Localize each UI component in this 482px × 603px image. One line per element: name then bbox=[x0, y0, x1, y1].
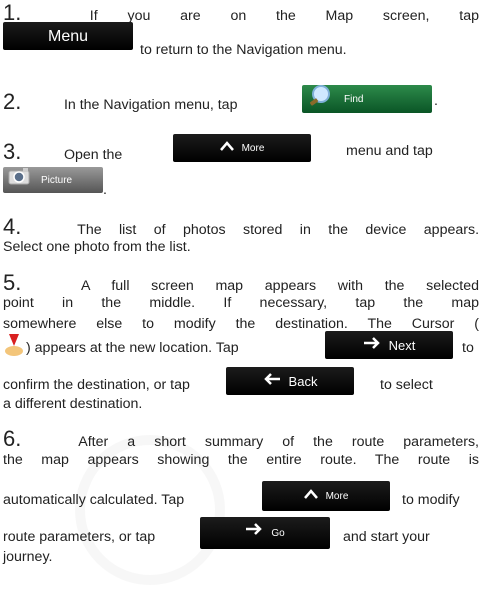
step-5-text-d: ) appears at the new location. Tap bbox=[26, 340, 239, 356]
step-2-line-1: 2. In the Navigation menu, tap bbox=[3, 91, 237, 116]
step-6-text-g: journey. bbox=[3, 549, 53, 565]
arrow-left-icon bbox=[263, 371, 281, 392]
go-button-label: Go bbox=[271, 527, 285, 539]
magnifier-icon bbox=[306, 84, 336, 114]
step-6-text-e: route parameters, or tap bbox=[3, 529, 156, 545]
back-button[interactable]: Back bbox=[226, 367, 354, 395]
step-6-text-c: automatically calculated. Tap bbox=[3, 492, 185, 508]
menu-button[interactable]: Menu bbox=[3, 22, 133, 50]
step-6-text-f: and start your bbox=[343, 529, 430, 545]
find-button-label: Find bbox=[344, 93, 364, 105]
cursor-icon bbox=[3, 331, 25, 364]
step-5-text-h: a different destination. bbox=[3, 396, 143, 412]
chevron-up-icon bbox=[219, 138, 234, 159]
step-6-text-a: After a short summary of the route param… bbox=[78, 434, 479, 450]
next-button[interactable]: Next bbox=[325, 331, 453, 359]
camera-icon bbox=[7, 166, 33, 194]
step-4-text-b: Select one photo from the list. bbox=[3, 239, 191, 255]
step-2-text-b: . bbox=[434, 93, 438, 109]
step-5-text-b: point in the middle. If necessary, tap t… bbox=[3, 295, 479, 311]
step-5-text-e: to bbox=[462, 340, 474, 356]
more-button-label: More bbox=[241, 142, 265, 154]
arrow-right-icon bbox=[245, 522, 263, 544]
more-button-step-6[interactable]: More bbox=[262, 481, 390, 511]
step-6-number: 6. bbox=[3, 426, 22, 451]
back-button-label: Back bbox=[288, 373, 318, 389]
step-5-number: 5. bbox=[3, 270, 22, 295]
more-button-label: More bbox=[325, 490, 349, 502]
go-button[interactable]: Go bbox=[200, 517, 330, 549]
more-button-step-3[interactable]: More bbox=[173, 134, 311, 162]
step-3-text-b: menu and tap bbox=[346, 143, 433, 159]
chevron-up-icon bbox=[303, 486, 318, 507]
menu-button-label: Menu bbox=[47, 27, 89, 45]
step-5-text-f: confirm the destination, or tap bbox=[3, 377, 190, 393]
step-3-line-1: 3. Open the bbox=[3, 141, 122, 166]
step-4-number: 4. bbox=[3, 214, 22, 239]
step-3-text-c: . bbox=[103, 182, 107, 198]
step-3-number: 3. bbox=[3, 139, 22, 164]
arrow-right-icon bbox=[363, 335, 381, 356]
step-5-text-g: to select bbox=[380, 377, 433, 393]
step-2-text-a: In the Navigation menu, tap bbox=[63, 97, 238, 113]
step-5-text-a: A full screen map appears with the selec… bbox=[80, 278, 479, 294]
step-1-text-b: to return to the Navigation menu. bbox=[140, 42, 347, 58]
step-4-text-a: The list of photos stored in the device … bbox=[77, 222, 480, 238]
picture-button[interactable]: Picture bbox=[3, 167, 103, 193]
step-1-text-a: If you are on the Map screen, tap bbox=[89, 8, 479, 24]
find-button[interactable]: Find bbox=[302, 85, 432, 113]
next-button-label: Next bbox=[388, 337, 416, 353]
step-6-text-b: the map appears showing the entire route… bbox=[3, 452, 479, 468]
step-3-text-a: Open the bbox=[63, 147, 123, 163]
picture-button-label: Picture bbox=[41, 174, 73, 186]
step-6-text-d: to modify bbox=[402, 492, 460, 508]
step-2-number: 2. bbox=[3, 89, 22, 114]
step-1-number: 1. bbox=[3, 0, 22, 25]
